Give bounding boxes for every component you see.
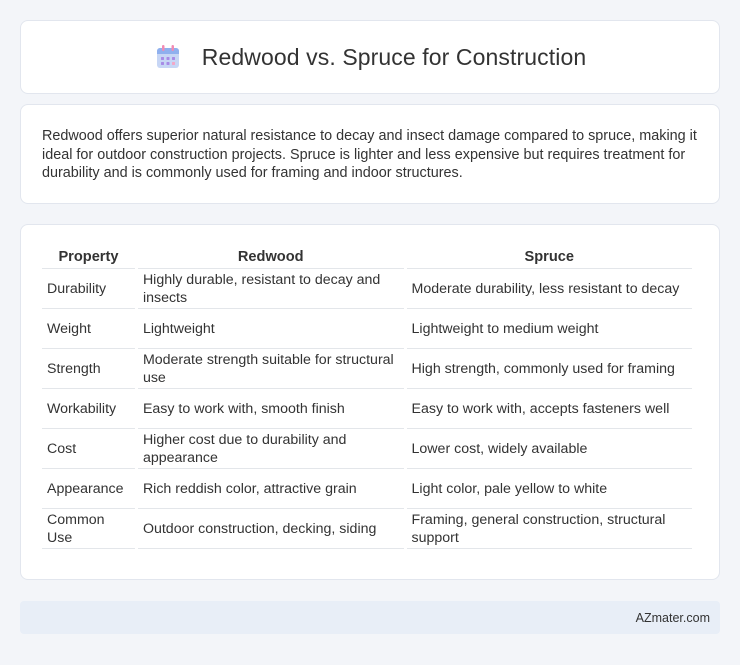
property-cell: Common Use — [42, 509, 135, 549]
header-redwood: Redwood — [137, 247, 404, 269]
spruce-cell: Light color, pale yellow to white — [406, 469, 692, 509]
table-row: Weight Lightweight Lightweight to medium… — [42, 309, 692, 349]
property-cell: Durability — [42, 269, 135, 309]
redwood-cell: Rich reddish color, attractive grain — [137, 469, 404, 509]
table-row: Strength Moderate strength suitable for … — [42, 349, 692, 389]
spruce-cell: High strength, commonly used for framing — [406, 349, 692, 389]
property-cell: Workability — [42, 389, 135, 429]
page-title: Redwood vs. Spruce for Construction — [201, 43, 587, 70]
spruce-cell: Moderate durability, less resistant to d… — [406, 269, 692, 309]
comparison-table: Property Redwood Spruce Durability Highl… — [39, 247, 695, 549]
redwood-cell: Highly durable, resistant to decay and i… — [137, 269, 404, 309]
title-card: Redwood vs. Spruce for Construction — [20, 20, 720, 94]
footer-site-link[interactable]: AZmater.com — [636, 611, 710, 625]
table-row: Cost Higher cost due to durability and a… — [42, 429, 692, 469]
table-row: Common Use Outdoor construction, decking… — [42, 509, 692, 549]
summary-text: Redwood offers superior natural resistan… — [42, 128, 697, 181]
spruce-cell: Framing, general construction, structura… — [406, 509, 692, 549]
property-cell: Cost — [42, 429, 135, 469]
header-property: Property — [42, 247, 135, 269]
property-cell: Strength — [42, 349, 135, 389]
table-row: Appearance Rich reddish color, attractiv… — [42, 469, 692, 509]
summary-card: Redwood offers superior natural resistan… — [20, 104, 720, 204]
redwood-cell: Outdoor construction, decking, siding — [137, 509, 404, 549]
redwood-cell: Higher cost due to durability and appear… — [137, 429, 404, 469]
header-spruce: Spruce — [406, 247, 692, 269]
property-cell: Appearance — [42, 469, 135, 509]
table-row: Workability Easy to work with, smooth fi… — [42, 389, 692, 429]
spruce-cell: Easy to work with, accepts fasteners wel… — [406, 389, 692, 429]
comparison-table-card: Property Redwood Spruce Durability Highl… — [20, 224, 720, 580]
title-row: Redwood vs. Spruce for Construction — [154, 43, 586, 71]
calendar-icon — [156, 45, 179, 68]
table-header-row: Property Redwood Spruce — [42, 247, 692, 269]
redwood-cell: Lightweight — [137, 309, 404, 349]
spruce-cell: Lightweight to medium weight — [406, 309, 692, 349]
redwood-cell: Moderate strength suitable for structura… — [137, 349, 404, 389]
footer: AZmater.com — [20, 601, 720, 634]
table-row: Durability Highly durable, resistant to … — [42, 269, 692, 309]
spruce-cell: Lower cost, widely available — [406, 429, 692, 469]
property-cell: Weight — [42, 309, 135, 349]
redwood-cell: Easy to work with, smooth finish — [137, 389, 404, 429]
